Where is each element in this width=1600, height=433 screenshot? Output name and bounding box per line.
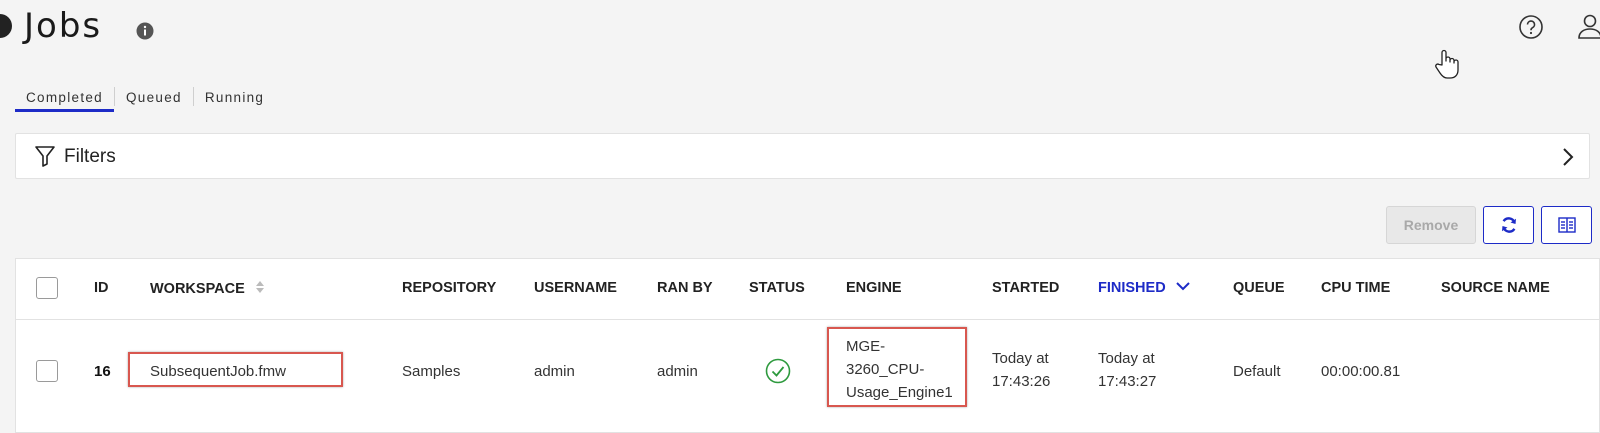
success-check-icon — [765, 358, 791, 384]
logo-icon — [0, 14, 12, 38]
refresh-icon — [1501, 217, 1516, 233]
column-header-id[interactable]: ID — [94, 280, 109, 296]
column-header-engine[interactable]: ENGINE — [846, 280, 902, 296]
engine-line: MGE- — [846, 338, 886, 355]
filter-icon — [35, 146, 55, 167]
column-header-workspace[interactable]: WORKSPACE — [150, 280, 265, 297]
tab-queued[interactable]: Queued — [115, 84, 193, 112]
column-header-status[interactable]: STATUS — [749, 280, 805, 296]
column-header-repository[interactable]: REPOSITORY — [402, 280, 496, 296]
select-all-checkbox[interactable] — [36, 277, 58, 299]
sort-icon — [255, 281, 264, 293]
cell-finished: Today at 17:43:27 — [1098, 347, 1156, 393]
column-header-source-name[interactable]: SOURCE NAME — [1441, 280, 1550, 296]
info-icon[interactable] — [136, 22, 154, 40]
column-header-label: FINISHED — [1098, 280, 1166, 296]
cell-ran-by: admin — [657, 363, 698, 380]
cell-repository: Samples — [402, 363, 461, 380]
columns-icon — [1557, 217, 1576, 233]
cell-id: 16 — [94, 363, 111, 380]
hand-cursor-icon — [1435, 49, 1459, 79]
column-header-cpu-time[interactable]: CPU TIME — [1321, 280, 1390, 296]
refresh-button[interactable] — [1483, 206, 1534, 244]
engine-line: Usage_Engine1 — [846, 384, 953, 401]
filters-label: Filters — [64, 146, 116, 167]
engine-line: 3260_CPU- — [846, 361, 925, 378]
user-icon[interactable] — [1576, 12, 1600, 40]
columns-button[interactable] — [1541, 206, 1592, 244]
jobs-table: ID WORKSPACE REPOSITORY USERNAME RAN BY … — [15, 258, 1600, 433]
help-icon[interactable] — [1518, 14, 1544, 40]
tab-running[interactable]: Running — [194, 84, 275, 112]
column-header-label: WORKSPACE — [150, 281, 245, 297]
cell-username: admin — [534, 363, 575, 380]
tab-completed[interactable]: Completed — [15, 84, 114, 112]
job-tabs: Completed Queued Running — [15, 84, 275, 112]
header-divider — [16, 319, 1599, 320]
cell-workspace[interactable]: SubsequentJob.fmw — [150, 360, 286, 383]
row-checkbox[interactable] — [36, 360, 58, 382]
started-line: Today at — [992, 350, 1049, 367]
filters-bar[interactable]: Filters — [15, 133, 1590, 179]
column-header-finished[interactable]: FINISHED — [1098, 280, 1190, 296]
chevron-right-icon[interactable] — [1561, 146, 1575, 168]
remove-button[interactable]: Remove — [1386, 206, 1476, 244]
chevron-down-icon — [1175, 282, 1190, 291]
cell-cpu-time: 00:00:00.81 — [1321, 363, 1401, 380]
column-header-ran-by[interactable]: RAN BY — [657, 280, 713, 296]
cell-queue: Default — [1233, 363, 1281, 380]
page-title: Jobs — [24, 6, 103, 46]
column-header-started[interactable]: STARTED — [992, 280, 1059, 296]
cell-started: Today at 17:43:26 — [992, 347, 1050, 393]
started-line: 17:43:26 — [992, 373, 1051, 390]
cell-engine: MGE- 3260_CPU- Usage_Engine1 — [846, 335, 953, 404]
column-header-username[interactable]: USERNAME — [534, 280, 617, 296]
finished-line: Today at — [1098, 350, 1155, 367]
column-header-queue[interactable]: QUEUE — [1233, 280, 1285, 296]
finished-line: 17:43:27 — [1098, 373, 1157, 390]
